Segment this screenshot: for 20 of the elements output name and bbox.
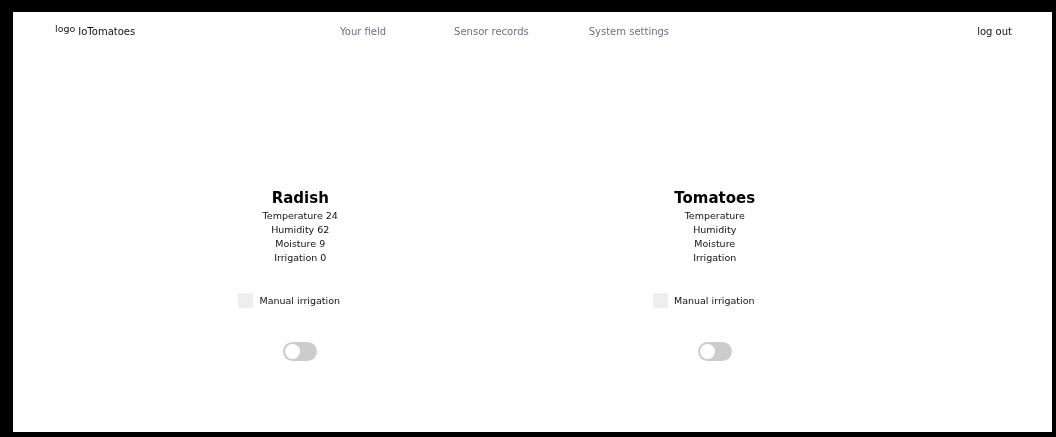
sensor-reading: Irrigation bbox=[693, 251, 737, 265]
nav-link[interactable]: System settings bbox=[588, 25, 670, 37]
brand-name: IoTomatoes bbox=[78, 25, 136, 37]
sensor-reading: Humidity 62 bbox=[271, 223, 330, 237]
sensor-reading: Temperature bbox=[684, 209, 745, 223]
sensor-reading: Irrigation 0 bbox=[274, 251, 327, 265]
nav-link[interactable]: Your field bbox=[340, 25, 387, 37]
nav-link[interactable]: Sensor records bbox=[454, 25, 529, 37]
checkbox-label: Manual irrigation bbox=[674, 295, 755, 306]
sensor-reading: Temperature 24 bbox=[262, 209, 338, 223]
checkbox-label: Manual irrigation bbox=[259, 295, 340, 306]
field-title: Radish bbox=[271, 189, 329, 207]
sensor-reading: Humidity bbox=[693, 223, 737, 237]
toggle-switch[interactable] bbox=[283, 342, 318, 361]
sensor-reading: Moisture 9 bbox=[275, 237, 326, 251]
toggle-switch[interactable] bbox=[697, 342, 732, 361]
logo-text: logo bbox=[55, 22, 76, 34]
field-title: Tomatoes bbox=[674, 189, 756, 207]
sensor-reading: Moisture bbox=[694, 237, 736, 251]
logout-link[interactable]: log out bbox=[977, 25, 1012, 37]
